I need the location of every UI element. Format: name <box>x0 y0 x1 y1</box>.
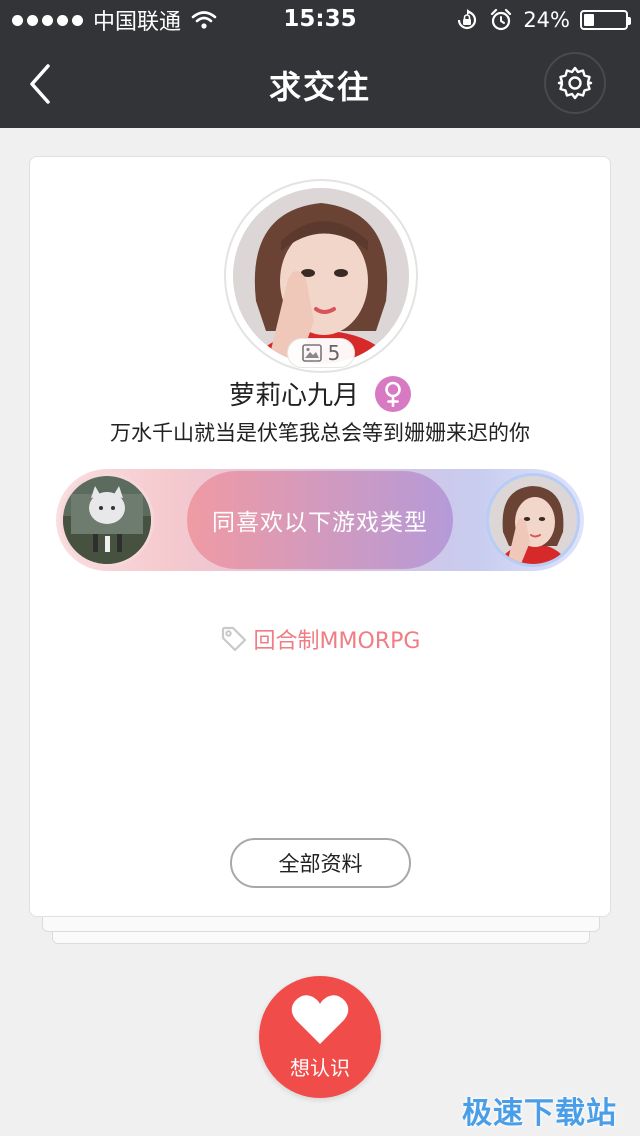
game-type-label: 回合制MMORPG <box>253 629 421 654</box>
status-bar-right: 24% <box>455 6 631 34</box>
tag-icon <box>221 626 246 652</box>
settings-button[interactable] <box>544 52 606 114</box>
nav-bar: 求交往 <box>0 40 640 128</box>
status-bar: 中国联通 15:35 24% <box>0 0 640 40</box>
shared-interest-banner: 同喜欢以下游戏类型 <box>56 469 584 571</box>
battery-percent: 24% <box>523 8 570 32</box>
heart-icon <box>291 995 349 1044</box>
rotation-lock-icon <box>458 9 477 30</box>
user-name: 萝莉心九月 <box>228 381 359 411</box>
full-profile-button[interactable]: 全部资料 <box>230 838 411 888</box>
watermark: 极速下载站 <box>462 1096 617 1131</box>
photo-count-badge[interactable]: 5 <box>287 338 355 368</box>
photo-count: 5 <box>327 341 341 365</box>
my-avatar <box>60 473 154 567</box>
battery-icon <box>580 10 631 30</box>
shared-interest-label: 同喜欢以下游戏类型 <box>187 471 453 569</box>
want-to-meet-label: 想认识 <box>290 1056 350 1080</box>
gear-icon <box>557 66 593 100</box>
image-icon <box>301 344 322 362</box>
their-avatar <box>486 473 580 567</box>
female-icon <box>375 375 411 412</box>
name-row: 萝莉心九月 <box>30 375 610 412</box>
game-type-tag: 回合制MMORPG <box>30 623 610 655</box>
battery-level-fill <box>584 14 594 26</box>
user-bio: 万水千山就当是伏笔我总会等到姗姗来迟的你 <box>110 421 530 445</box>
want-to-meet-button[interactable]: 想认识 <box>259 976 381 1098</box>
profile-card[interactable]: 5 萝莉心九月 万水千山就当是伏笔我总会等到姗姗来迟的你 同喜欢以下游戏类型 回… <box>29 156 611 917</box>
alarm-icon <box>491 8 512 31</box>
